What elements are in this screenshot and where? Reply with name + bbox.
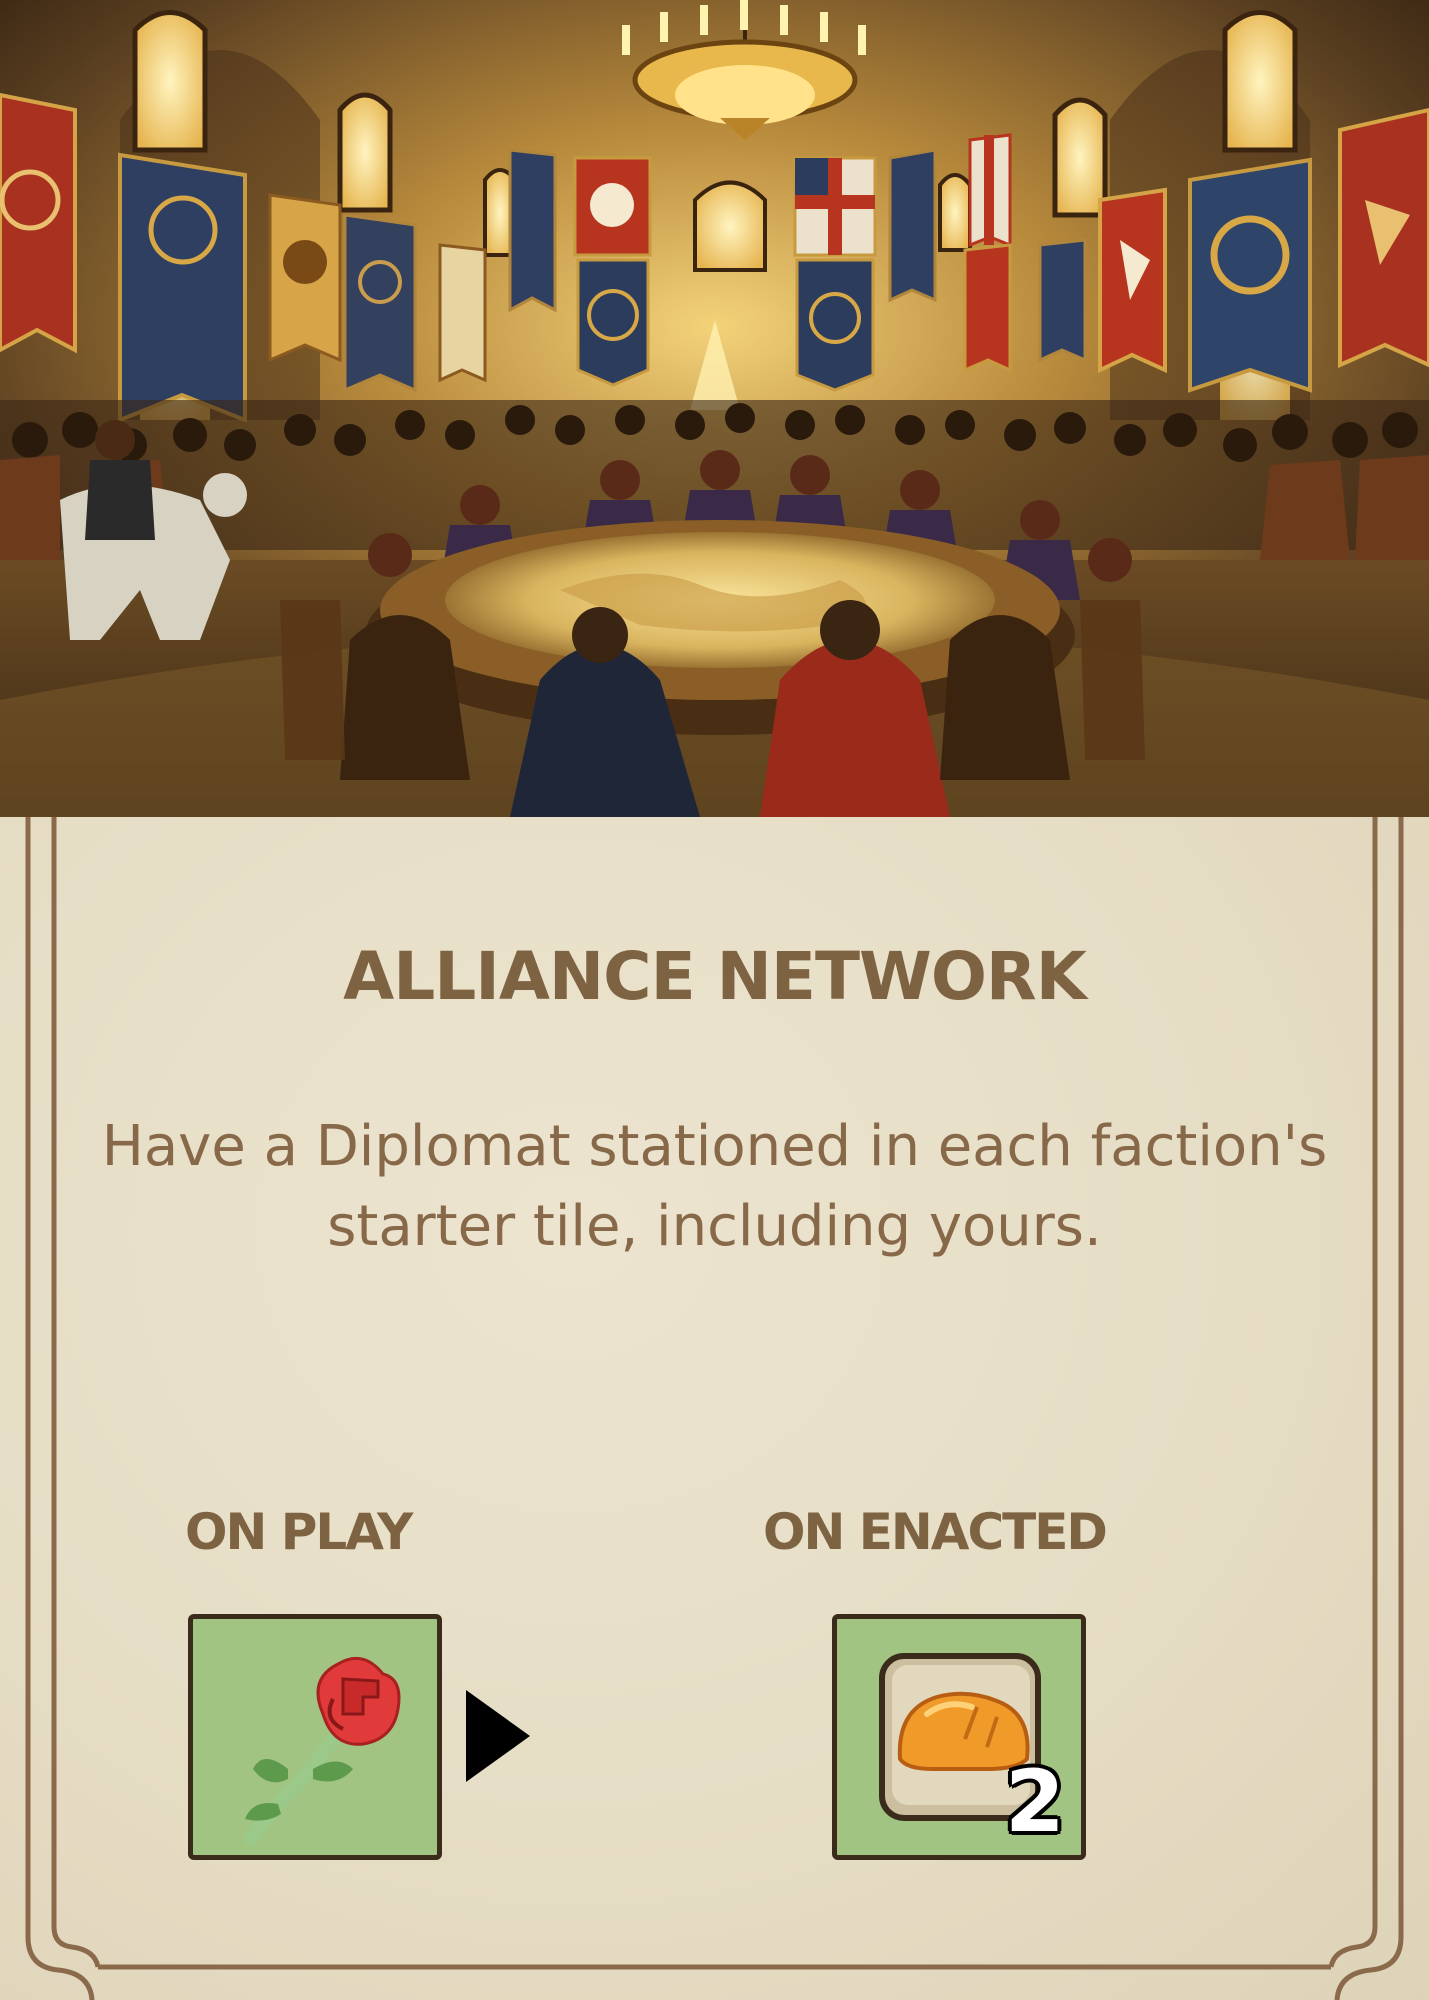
on-play-effect-tile (188, 1614, 442, 1860)
on-play-label: ON PLAY (185, 1503, 413, 1561)
council-hall-illustration (0, 0, 1429, 817)
card-text-panel: ALLIANCE NETWORK Have a Diplomat station… (0, 817, 1429, 2000)
bread-count: 2 (1005, 1752, 1065, 1852)
on-enacted-effect-tile: 2 (832, 1614, 1086, 1860)
play-arrow-icon (466, 1690, 530, 1782)
on-enacted-label: ON ENACTED (763, 1503, 1108, 1561)
rose-icon (244, 1656, 401, 1846)
objective-card: ALLIANCE NETWORK Have a Diplomat station… (0, 0, 1429, 2000)
card-description: Have a Diplomat stationed in each factio… (101, 1114, 1328, 1259)
card-title: ALLIANCE NETWORK (343, 938, 1087, 1015)
